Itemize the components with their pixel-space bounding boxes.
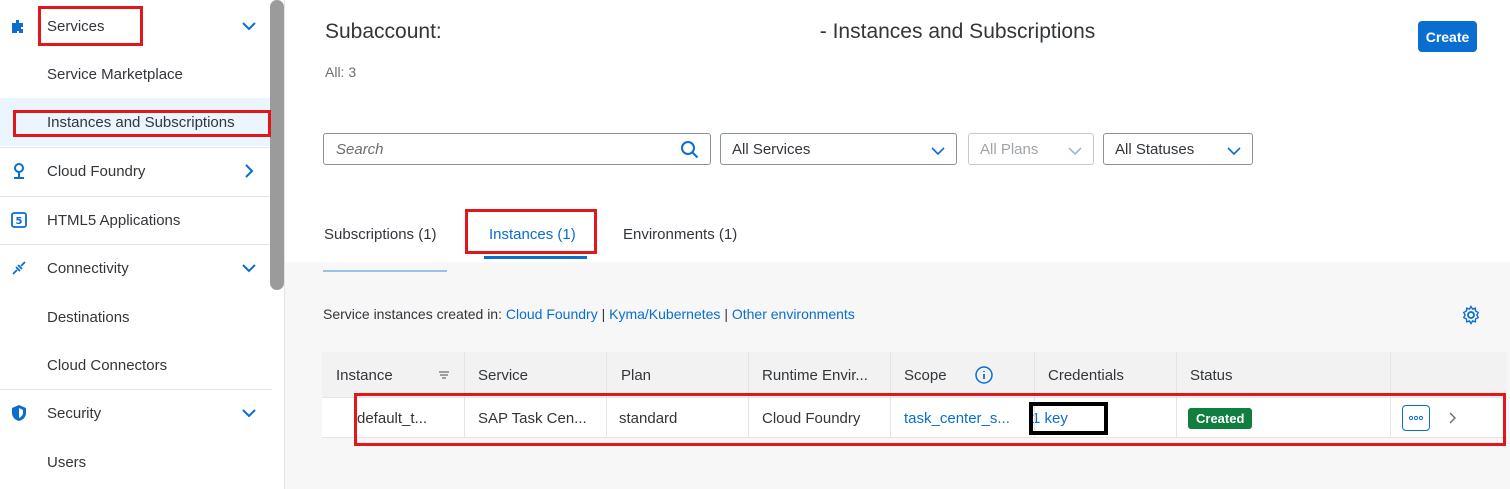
services-select-value: All Services: [732, 141, 811, 158]
tab-environments[interactable]: Environments (1): [623, 226, 737, 243]
column-header-instance[interactable]: Instance: [336, 352, 393, 398]
item-count: All: 3: [325, 64, 357, 80]
sidebar-item-label: Security: [47, 404, 102, 422]
sidebar-item-destinations[interactable]: Destinations: [0, 293, 272, 341]
link-other-environments[interactable]: Other environments: [732, 306, 855, 322]
separator: |: [724, 306, 728, 322]
svg-text:5: 5: [16, 216, 23, 227]
sidebar-item-html5-applications[interactable]: 5 HTML5 Applications: [0, 196, 272, 244]
tab-active-indicator: [484, 256, 587, 259]
puzzle-icon: [10, 17, 28, 35]
page-title: Subaccount: - Instances and Subscriptions: [325, 20, 1095, 44]
gear-icon[interactable]: [1461, 305, 1481, 325]
sidebar-item-label: Cloud Foundry: [47, 162, 146, 180]
title-suffix: - Instances and Subscriptions: [819, 20, 1096, 43]
services-select[interactable]: All Services: [720, 133, 957, 165]
annotation-box-instances-subscriptions: [13, 110, 271, 137]
create-button[interactable]: Create: [1418, 21, 1477, 52]
separator: |: [601, 306, 606, 322]
sidebar-item-cloud-foundry[interactable]: Cloud Foundry: [0, 147, 272, 195]
sidebar-item-cloud-connectors[interactable]: Cloud Connectors: [0, 341, 272, 389]
sidebar-item-service-marketplace[interactable]: Service Marketplace: [0, 50, 272, 98]
sort-icon[interactable]: [437, 352, 451, 398]
search-input[interactable]: Search: [323, 133, 711, 165]
sidebar-item-label: Connectivity: [47, 259, 129, 277]
sidebar-scrollbar[interactable]: [270, 0, 284, 290]
sidebar-item-users[interactable]: Users: [0, 438, 272, 486]
annotation-box-instance-row: [354, 393, 1506, 446]
sidebar-item-label: Destinations: [47, 308, 130, 326]
chevron-down-icon: [930, 143, 946, 159]
chevron-down-icon[interactable]: [240, 404, 258, 422]
sidebar-item-security[interactable]: Security: [0, 389, 272, 437]
sidebar-item-connectivity[interactable]: Connectivity: [0, 244, 272, 292]
chevron-down-icon: [1226, 143, 1242, 159]
statuses-select-value: All Statuses: [1115, 141, 1195, 158]
sidebar-item-label: Users: [47, 453, 87, 471]
chevron-down-icon: [1067, 143, 1083, 159]
created-in-text: Service instances created in: Cloud Foun…: [323, 306, 855, 322]
annotation-box-instances-tab: [465, 209, 597, 254]
sidebar-item-label: Cloud Connectors: [47, 356, 168, 374]
tab-subscriptions[interactable]: Subscriptions (1): [324, 226, 437, 243]
link-cloud-foundry[interactable]: Cloud Foundry: [506, 306, 598, 322]
chevron-right-icon[interactable]: [240, 162, 258, 180]
column-header-scope[interactable]: Scope: [904, 352, 947, 398]
column-header-service[interactable]: Service: [478, 352, 528, 398]
html5-icon: 5: [10, 211, 28, 229]
search-icon[interactable]: [680, 140, 700, 160]
column-header-status[interactable]: Status: [1190, 352, 1233, 398]
shield-icon: [10, 404, 28, 422]
connectivity-icon: [10, 259, 28, 277]
foundry-icon: [10, 162, 28, 180]
plans-select-value: All Plans: [980, 141, 1039, 158]
column-header-runtime[interactable]: Runtime Envir...: [762, 352, 868, 398]
divider: [323, 270, 447, 272]
sidebar: Services Service Marketplace Instances a…: [0, 0, 285, 489]
annotation-box-credentials: [1029, 402, 1108, 435]
title-prefix: Subaccount:: [325, 20, 442, 43]
chevron-down-icon[interactable]: [240, 259, 258, 277]
column-header-plan[interactable]: Plan: [621, 352, 651, 398]
info-icon[interactable]: [974, 352, 994, 398]
statuses-select[interactable]: All Statuses: [1103, 133, 1253, 165]
sidebar-item-label: Service Marketplace: [47, 65, 183, 83]
link-kyma[interactable]: Kyma/Kubernetes: [609, 306, 720, 322]
column-header-credentials[interactable]: Credentials: [1048, 352, 1124, 398]
table-header-row: Instance Service Plan Runtime Envir... S…: [322, 352, 1507, 398]
chevron-down-icon[interactable]: [240, 17, 258, 35]
annotation-box-services: [38, 6, 143, 46]
plans-select: All Plans: [968, 133, 1094, 165]
search-placeholder: Search: [336, 141, 384, 158]
sidebar-item-label: HTML5 Applications: [47, 211, 181, 229]
created-in-prefix: Service instances created in:: [323, 306, 502, 322]
